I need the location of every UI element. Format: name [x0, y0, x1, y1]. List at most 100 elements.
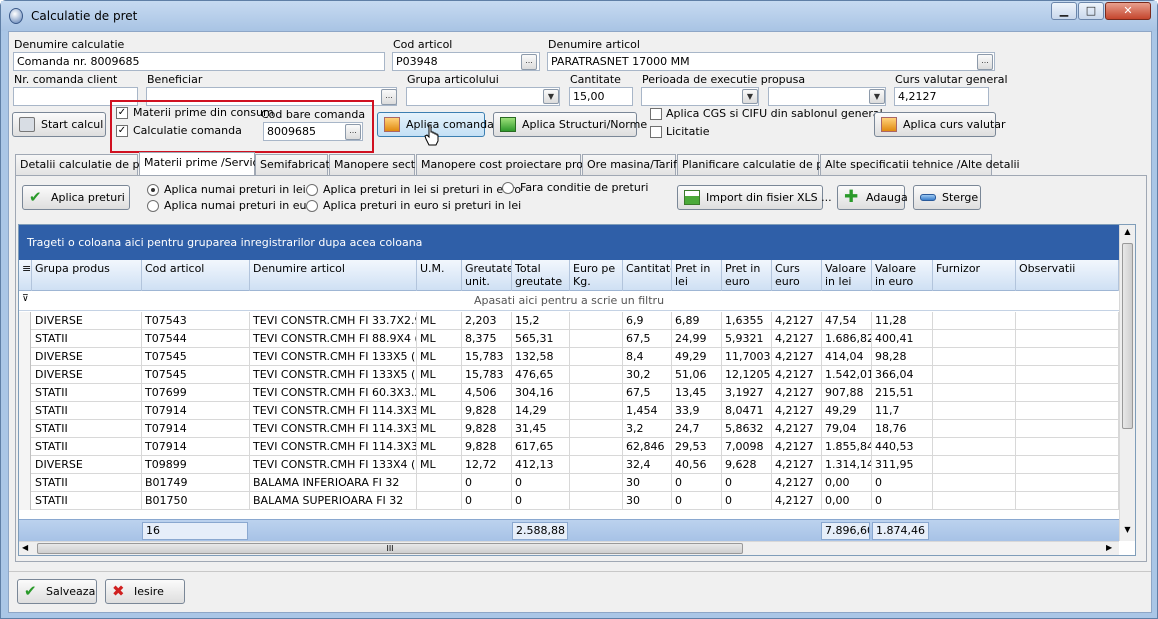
table-cell[interactable]: 9,828: [462, 420, 512, 438]
row-indicator[interactable]: [19, 492, 31, 510]
beneficiar-browse-button[interactable]: ...: [381, 89, 397, 105]
table-cell[interactable]: 1,6355: [722, 312, 772, 330]
table-cell[interactable]: 1.855,84: [822, 438, 872, 456]
table-cell[interactable]: [1016, 438, 1119, 456]
table-cell[interactable]: [570, 420, 623, 438]
table-cell[interactable]: TEVI CONSTR.CMH FI 114.3X3.6: [250, 420, 417, 438]
row-indicator[interactable]: [19, 384, 31, 402]
filter-row[interactable]: Apasati aici pentru a scrie un filtru ⊽: [19, 291, 1119, 311]
tab-planificare[interactable]: Planificare calculatie de pret: [677, 154, 839, 175]
table-cell[interactable]: 49,29: [822, 402, 872, 420]
table-cell[interactable]: 565,31: [512, 330, 570, 348]
salveaza-button[interactable]: ✔ Salveaza: [17, 579, 97, 604]
table-cell[interactable]: 30,2: [623, 366, 672, 384]
table-cell[interactable]: T07914: [142, 402, 250, 420]
table-cell[interactable]: [417, 474, 462, 492]
table-cell[interactable]: [933, 348, 1016, 366]
table-row[interactable]: STATII T07544 TEVI CONSTR.CMH FI 88.9X4 (M…: [19, 330, 1119, 348]
table-cell[interactable]: [417, 492, 462, 510]
table-cell[interactable]: 0: [512, 492, 570, 510]
column-header[interactable]: Observatii: [1016, 260, 1119, 291]
table-cell[interactable]: TEVI CONSTR.CMH FI 88.9X4 (: [250, 330, 417, 348]
table-row[interactable]: DIVERSE T09899 TEVI CONSTR.CMH FI 133X4 ( …: [19, 456, 1119, 474]
table-cell[interactable]: TEVI CONSTR.CMH FI 133X5 (: [250, 366, 417, 384]
column-header[interactable]: Total greutate: [512, 260, 570, 291]
table-cell[interactable]: 5,9321: [722, 330, 772, 348]
calculatie-comanda-checkbox[interactable]: ✓: [116, 125, 128, 137]
table-cell[interactable]: DIVERSE: [32, 348, 142, 366]
table-cell[interactable]: [933, 330, 1016, 348]
table-cell[interactable]: 4,2127: [772, 492, 822, 510]
vertical-scroll-thumb[interactable]: [1122, 243, 1133, 429]
table-cell[interactable]: ML: [417, 348, 462, 366]
table-row[interactable]: STATII T07914 TEVI CONSTR.CMH FI 114.3X3.6…: [19, 420, 1119, 438]
table-cell[interactable]: 4,2127: [772, 474, 822, 492]
column-header[interactable]: Pret in lei: [672, 260, 722, 291]
import-xls-button[interactable]: Import din fisier XLS ...: [677, 185, 832, 210]
licitatie-checkbox[interactable]: [650, 126, 662, 138]
tab-manopere-sectii[interactable]: Manopere sectii: [329, 154, 421, 175]
cod-bare-browse-button[interactable]: ...: [345, 124, 361, 140]
table-cell[interactable]: [1016, 312, 1119, 330]
table-cell[interactable]: 11,7003: [722, 348, 772, 366]
radio-fara-conditie[interactable]: [502, 182, 514, 194]
table-cell[interactable]: 5,8632: [722, 420, 772, 438]
radio-lei-si-euro[interactable]: [306, 184, 318, 196]
table-cell[interactable]: T07545: [142, 348, 250, 366]
column-header[interactable]: Furnizor: [933, 260, 1016, 291]
table-cell[interactable]: ML: [417, 312, 462, 330]
table-cell[interactable]: [933, 474, 1016, 492]
table-cell[interactable]: 9,828: [462, 402, 512, 420]
table-cell[interactable]: 4,2127: [772, 402, 822, 420]
table-cell[interactable]: 0: [722, 492, 772, 510]
table-cell[interactable]: 1.314,14: [822, 456, 872, 474]
horizontal-scrollbar[interactable]: ◀ III ▶: [19, 541, 1119, 555]
aplica-structuri-button[interactable]: Aplica Structuri/Norme: [493, 112, 647, 137]
column-header[interactable]: Greutate unit.: [462, 260, 512, 291]
maximize-button[interactable]: □: [1078, 2, 1104, 20]
tab-detalii[interactable]: Detalii calculatie de pret: [15, 154, 155, 175]
table-cell[interactable]: TEVI CONSTR.CMH FI 60.3X3.2: [250, 384, 417, 402]
row-indicator[interactable]: [19, 420, 31, 438]
tab-ore-masina[interactable]: Ore masina/Tarife: [582, 154, 684, 175]
table-cell[interactable]: [570, 492, 623, 510]
table-cell[interactable]: 67,5: [623, 384, 672, 402]
table-cell[interactable]: [1016, 384, 1119, 402]
start-calcul-button[interactable]: Start calcul: [12, 112, 106, 137]
table-cell[interactable]: 0: [672, 474, 722, 492]
table-cell[interactable]: TEVI CONSTR.CMH FI 114.3X3.6: [250, 438, 417, 456]
table-cell[interactable]: [570, 312, 623, 330]
table-cell[interactable]: T07545: [142, 366, 250, 384]
table-cell[interactable]: BALAMA INFERIOARA FI 32: [250, 474, 417, 492]
table-cell[interactable]: 617,65: [512, 438, 570, 456]
chevron-down-icon[interactable]: ▼: [869, 89, 885, 104]
table-row[interactable]: STATII T07914 TEVI CONSTR.CMH FI 114.3X3.6…: [19, 438, 1119, 456]
chevron-down-icon[interactable]: ▼: [742, 89, 758, 104]
table-cell[interactable]: 18,76: [872, 420, 933, 438]
table-cell[interactable]: 366,04: [872, 366, 933, 384]
table-cell[interactable]: 4,506: [462, 384, 512, 402]
aplica-cgs-checkbox[interactable]: [650, 108, 662, 120]
table-row[interactable]: STATII B01750 BALAMA SUPERIOARA FI 32 0 0 30 0…: [19, 492, 1119, 510]
table-cell[interactable]: 33,9: [672, 402, 722, 420]
table-cell[interactable]: STATII: [32, 492, 142, 510]
table-cell[interactable]: 4,2127: [772, 312, 822, 330]
table-cell[interactable]: 440,53: [872, 438, 933, 456]
scroll-right-icon[interactable]: ▶: [1106, 543, 1112, 552]
table-cell[interactable]: T07914: [142, 420, 250, 438]
vertical-scrollbar[interactable]: ▲ ▼: [1119, 225, 1135, 541]
table-cell[interactable]: ML: [417, 420, 462, 438]
table-cell[interactable]: 0: [872, 474, 933, 492]
table-cell[interactable]: 4,2127: [772, 348, 822, 366]
table-cell[interactable]: BALAMA SUPERIOARA FI 32: [250, 492, 417, 510]
table-cell[interactable]: T07543: [142, 312, 250, 330]
table-cell[interactable]: STATII: [32, 474, 142, 492]
table-cell[interactable]: STATII: [32, 384, 142, 402]
column-header[interactable]: Valoare in euro: [872, 260, 933, 291]
table-cell[interactable]: [1016, 402, 1119, 420]
table-cell[interactable]: 4,2127: [772, 330, 822, 348]
denumire-articol-browse-button[interactable]: ...: [977, 54, 993, 70]
table-cell[interactable]: 0: [462, 492, 512, 510]
table-cell[interactable]: 11,7: [872, 402, 933, 420]
table-cell[interactable]: T07699: [142, 384, 250, 402]
